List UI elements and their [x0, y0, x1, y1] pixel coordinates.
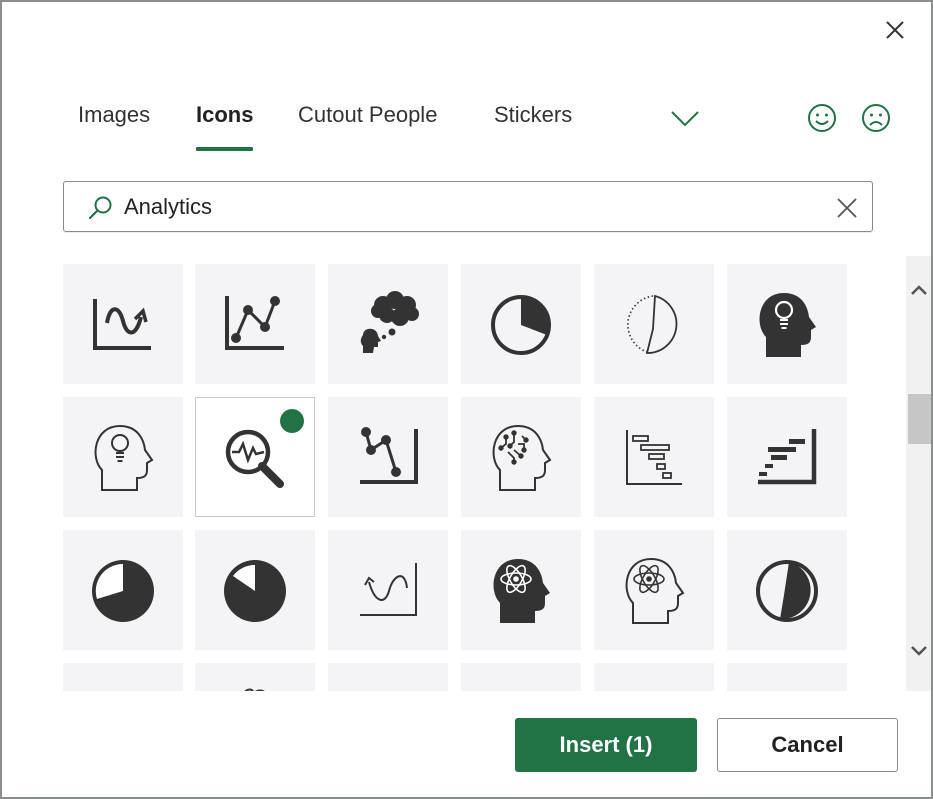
- icon-tile-magnifier-pulse[interactable]: [195, 397, 358, 517]
- icon-tile-head-lightbulb-outline[interactable]: [63, 397, 183, 517]
- icon-tile-line-chart-descending[interactable]: [328, 397, 448, 517]
- pie-chart-dotted-icon: [627, 294, 678, 354]
- icon-tile-gantt-chart-filled[interactable]: [727, 397, 847, 517]
- icon-tile-head-lightbulb-filled[interactable]: [727, 264, 847, 384]
- icon-tile-pie-chart-dotted[interactable]: [594, 264, 714, 384]
- search-box: [63, 181, 873, 232]
- scroll-down-icon[interactable]: [908, 641, 930, 661]
- magnifier-pulse-icon: [225, 429, 284, 488]
- partial-cloud-icon: [244, 688, 265, 691]
- tab-label: Icons: [196, 102, 254, 127]
- active-tab-indicator: [196, 147, 254, 151]
- tab-icons[interactable]: Icons: [196, 102, 254, 151]
- icon-tile-line-chart-wave-arrow[interactable]: [63, 264, 183, 384]
- pie-chart-seven-eighths-icon: [224, 560, 286, 622]
- icon-tile-partial[interactable]: [727, 663, 847, 691]
- pie-chart-quarter-icon: [491, 295, 551, 355]
- vertical-scrollbar[interactable]: [906, 256, 931, 691]
- partial-icon: [88, 688, 158, 691]
- head-atom-outline-icon: [625, 557, 685, 624]
- scrollbar-thumb[interactable]: [908, 394, 931, 444]
- search-input[interactable]: [124, 190, 804, 224]
- gantt-chart-outline-icon: [626, 430, 682, 485]
- tab-stickers[interactable]: Stickers: [494, 102, 572, 128]
- icon-tile-head-thought-cloud[interactable]: [328, 264, 448, 384]
- tab-label: Stickers: [494, 102, 573, 127]
- icon-tile-partial[interactable]: [461, 663, 581, 691]
- icon-tile-head-atom-outline[interactable]: [594, 530, 714, 650]
- icon-tile-pie-chart-quarter[interactable]: [461, 264, 581, 384]
- icon-tile-head-atom-filled[interactable]: [461, 530, 581, 650]
- head-atom-filled-icon: [493, 559, 550, 623]
- partial-icon: [619, 688, 689, 691]
- selected-checkmark-icon: [280, 409, 358, 485]
- head-lightbulb-filled-icon: [759, 293, 816, 357]
- head-thought-cloud-icon: [360, 291, 419, 353]
- line-chart-descending-icon: [360, 427, 418, 484]
- icon-tile-pie-chart-seven-eighths[interactable]: [195, 530, 315, 650]
- head-circuit-icon: [492, 424, 552, 491]
- icon-tile-pie-chart-three-quarter[interactable]: [63, 530, 183, 650]
- insert-button[interactable]: Insert (1): [515, 718, 697, 772]
- icon-tile-line-chart-wave-reverse[interactable]: [328, 530, 448, 650]
- close-icon[interactable]: [880, 15, 910, 45]
- tab-images[interactable]: Images: [78, 102, 150, 128]
- partial-bar-icon: [752, 688, 822, 691]
- insert-icons-dialog: Images Icons Cutout People Stickers Anal…: [0, 0, 933, 799]
- icon-tile-partial[interactable]: [195, 663, 315, 691]
- icon-tile-line-chart-points[interactable]: [195, 264, 315, 384]
- scroll-up-icon[interactable]: [908, 280, 930, 300]
- gantt-chart-filled-icon: [758, 429, 817, 485]
- icon-tile-head-circuit[interactable]: [461, 397, 581, 517]
- icon-tile-partial[interactable]: [63, 663, 183, 691]
- icon-tile-partial[interactable]: [328, 663, 448, 691]
- partial-icon: [486, 688, 556, 691]
- partial-head-icon: [353, 688, 423, 691]
- icon-tile-partial[interactable]: [594, 663, 714, 691]
- icon-tile-gantt-chart-outline[interactable]: [594, 397, 714, 517]
- frowning-face-icon[interactable]: [860, 102, 892, 134]
- line-chart-wave-reverse-icon: [360, 563, 417, 616]
- line-chart-wave-arrow-icon: [93, 299, 151, 350]
- smiley-face-icon[interactable]: [806, 102, 838, 134]
- line-chart-points-icon: [225, 296, 284, 350]
- clear-icon[interactable]: [834, 195, 860, 221]
- cancel-button[interactable]: Cancel: [717, 718, 898, 772]
- chevron-down-icon[interactable]: [668, 106, 702, 130]
- search-icon: [88, 196, 112, 220]
- tab-label: Images: [78, 102, 151, 127]
- icon-grid: [63, 264, 853, 691]
- head-lightbulb-outline-icon: [94, 424, 154, 491]
- icon-tile-pie-chart-half[interactable]: [727, 530, 847, 650]
- pie-chart-half-icon: [756, 560, 818, 622]
- tab-cutout-people[interactable]: Cutout People: [298, 102, 437, 128]
- pie-chart-three-quarter-icon: [92, 560, 154, 622]
- tab-label: Cutout People: [298, 102, 438, 127]
